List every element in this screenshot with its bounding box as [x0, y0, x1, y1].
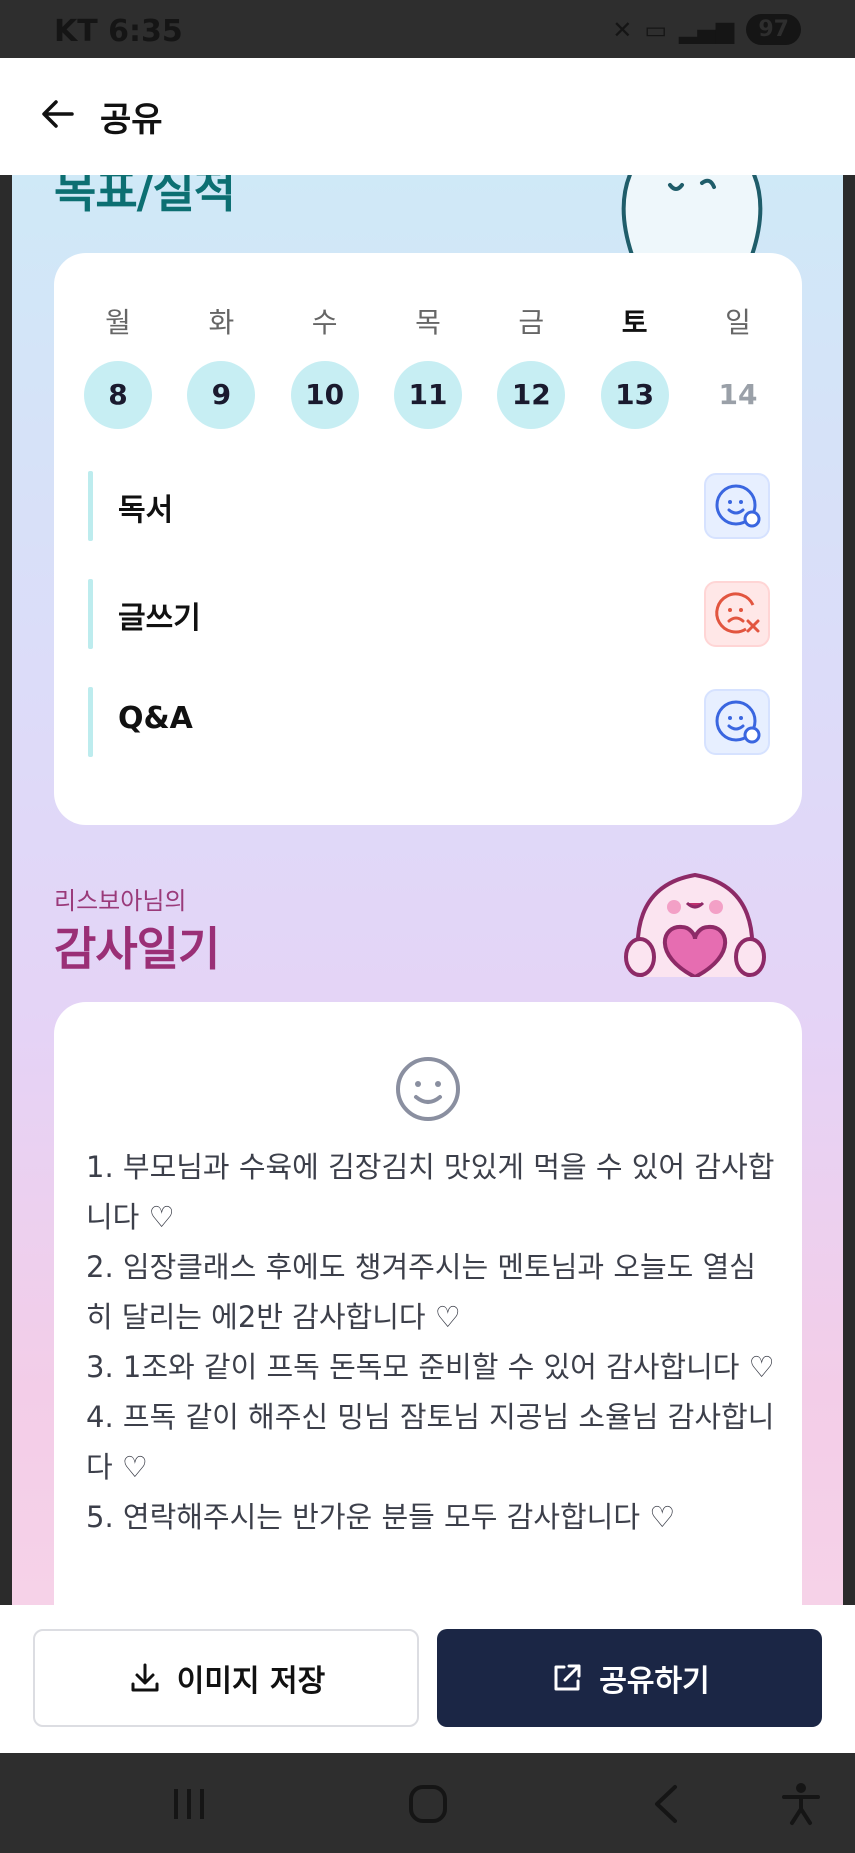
goal-status-fail	[704, 581, 770, 647]
status-icons: ✕ ▭ ▂▄▆ 97	[612, 14, 801, 45]
page-title: 공유	[100, 100, 163, 140]
gratitude-text: 1. 부모님과 수육에 김장김치 맛있게 먹을 수 있어 감사합니다 ♡ 2. …	[86, 1150, 775, 1534]
goal-item: 독서	[88, 471, 770, 541]
week-row: 월 8 화 9 수 10 목 11 금 12 토 13 일 14	[84, 301, 772, 429]
happy-check-icon	[715, 700, 761, 744]
goal-name: 글쓰기	[118, 601, 201, 636]
day-thu: 목 11	[393, 301, 462, 429]
recent-apps-icon[interactable]	[166, 1781, 212, 1827]
date-badge: 11	[393, 361, 462, 429]
day-of-week-label: 월	[105, 306, 131, 339]
goal-accent-bar	[88, 579, 93, 649]
happy-check-icon	[715, 484, 761, 528]
date-badge: 10	[290, 361, 359, 429]
goal-item: 글쓰기	[88, 579, 770, 649]
sad-x-icon	[715, 592, 760, 634]
hd-icon: ▭	[644, 15, 667, 44]
date-badge: 8	[84, 361, 152, 429]
save-image-label: 이미지 저장	[176, 1664, 326, 1699]
goal-name: Q&A	[118, 701, 193, 736]
share-button[interactable]: 공유하기	[437, 1629, 822, 1727]
day-of-week-label-today: 토	[621, 306, 648, 339]
day-fri: 금 12	[497, 301, 566, 429]
mascot-heart-illustration	[624, 872, 766, 977]
external-share-icon	[554, 1664, 581, 1691]
battery-icon: 97	[746, 14, 801, 45]
mute-icon: ✕	[612, 15, 633, 44]
share-image-preview[interactable]: 목표/실적 월 8 화 9 수 10 목 11 금 12 토 13 일 14 독…	[12, 175, 843, 1605]
goals-card: 월 8 화 9 수 10 목 11 금 12 토 13 일 14 독서 글쓰기 …	[54, 253, 802, 825]
goal-accent-bar	[88, 471, 93, 541]
system-navigation-bar	[0, 1753, 855, 1853]
date-badge: 13	[600, 361, 669, 429]
date-badge-unchecked: 14	[718, 378, 758, 411]
accessibility-icon[interactable]	[778, 1781, 824, 1827]
day-sat: 토 13	[600, 301, 669, 429]
goal-status-done	[704, 689, 770, 755]
day-wed: 수 10	[290, 301, 359, 429]
share-label: 공유하기	[599, 1664, 710, 1699]
day-of-week-label: 화	[208, 306, 235, 339]
gratitude-card: 1. 부모님과 수육에 김장김치 맛있게 먹을 수 있어 감사합니다 ♡ 2. …	[54, 1002, 802, 1605]
goal-accent-bar	[88, 687, 93, 757]
day-of-week-label: 금	[518, 306, 545, 339]
date-badge: 12	[497, 361, 566, 429]
day-tue: 화 9	[187, 301, 256, 429]
status-bar: KT 6:35 ✕ ▭ ▂▄▆ 97	[0, 0, 855, 58]
day-sun: 일 14	[704, 301, 772, 429]
mascot-bear-illustration	[621, 175, 763, 255]
carrier-time: KT 6:35	[54, 14, 183, 49]
goal-status-done	[704, 473, 770, 539]
back-icon[interactable]	[645, 1781, 691, 1827]
app-header: 공유	[0, 58, 855, 175]
home-icon[interactable]	[405, 1781, 451, 1827]
goal-item: Q&A	[88, 687, 770, 757]
action-bar: 이미지 저장 공유하기	[0, 1605, 855, 1753]
date-badge: 9	[187, 361, 256, 429]
day-mon: 월 8	[84, 301, 152, 429]
day-of-week-label: 목	[415, 306, 441, 339]
download-icon	[131, 1663, 159, 1692]
goal-name: 독서	[118, 493, 174, 528]
day-of-week-label: 수	[311, 306, 338, 339]
goals-section-title: 목표/실적	[54, 175, 236, 218]
gratitude-section-title: 감사일기	[54, 922, 220, 976]
day-of-week-label: 일	[725, 306, 751, 339]
smiley-icon	[396, 1057, 460, 1121]
gratitude-subtitle: 리스보아님의	[54, 887, 187, 915]
signal-icon: ▂▄▆	[679, 15, 735, 44]
save-image-button[interactable]: 이미지 저장	[33, 1629, 419, 1727]
back-arrow-icon[interactable]	[38, 94, 78, 134]
